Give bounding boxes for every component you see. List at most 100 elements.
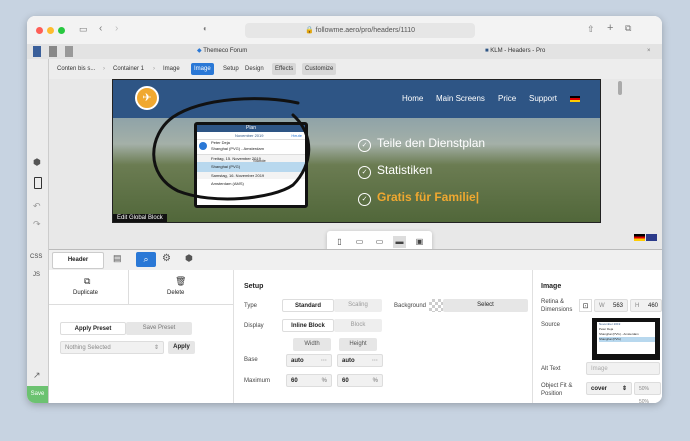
base-height-input[interactable]: auto ··· — [337, 354, 383, 367]
close-window-button[interactable] — [36, 27, 43, 34]
feature-text: Statistiken — [377, 163, 433, 177]
address-bar[interactable]: 🔒 followme.aero/pro/headers/1110 — [245, 23, 475, 38]
tab-themeco-forum[interactable]: ◆ Themeco Forum — [197, 46, 247, 57]
js-button[interactable]: JS — [33, 272, 40, 278]
retina-toggle-icon[interactable]: ⊡ — [579, 299, 592, 312]
shield-icon[interactable]: ◐ — [203, 24, 208, 33]
tab-klm-headers[interactable]: ■ KLM - Headers - Pro — [485, 46, 545, 57]
tab-strip: ◆ Themeco Forum ■ KLM - Headers - Pro × — [27, 44, 662, 60]
forward-icon[interactable]: › — [115, 23, 118, 34]
width-header: Width — [293, 338, 331, 351]
duplicate-button[interactable]: ⧉ Duplicate — [49, 270, 129, 305]
tab-effects[interactable]: Effects — [272, 63, 297, 75]
scrollbar-thumb[interactable] — [618, 81, 622, 95]
source-image-thumbnail[interactable]: November 2019 Peter Deja Shanghai (PVG) … — [592, 318, 660, 360]
hexagon-icon[interactable]: ⬢ — [185, 253, 193, 264]
search-icon[interactable]: ⌕ — [136, 252, 156, 267]
save-preset-tab[interactable]: Save Preset — [126, 322, 192, 335]
width-input[interactable]: W 563 — [594, 299, 628, 312]
type-scaling-toggle[interactable]: Scaling — [334, 299, 382, 312]
german-flag-icon[interactable] — [634, 234, 645, 241]
sidebar-toggle-icon[interactable]: ▭ — [79, 24, 88, 35]
minimize-window-button[interactable] — [47, 27, 54, 34]
object-fit-label: Object Fit & Position — [541, 383, 573, 397]
max-width-input[interactable]: 60% — [286, 374, 332, 387]
type-label: Type — [244, 303, 258, 309]
base-width-input[interactable]: auto ··· — [286, 354, 332, 367]
undo-icon[interactable]: ↶ — [33, 201, 41, 212]
tab-design[interactable]: Design — [242, 63, 267, 75]
device-phone-landscape-icon[interactable]: ▭ — [353, 236, 366, 248]
tab-customize[interactable]: Customize — [302, 63, 337, 75]
nav-support[interactable]: Support — [529, 94, 557, 103]
close-tab-icon[interactable]: × — [647, 46, 651, 57]
background-label: Background — [394, 303, 427, 309]
breadcrumb-item[interactable]: Conten bis s... — [57, 63, 95, 75]
alt-text-input[interactable]: Image — [586, 362, 660, 375]
background-select-button[interactable]: Select — [443, 299, 528, 312]
delete-button[interactable]: 🗑 Delete — [129, 270, 233, 305]
preset-select[interactable]: Nothing Selected ⇕ — [60, 341, 164, 354]
tab-overview-icon[interactable]: ⧉ — [625, 23, 631, 34]
device-desktop-icon[interactable]: ▣ — [413, 236, 426, 248]
object-fit-select[interactable]: cover ⇕ — [586, 382, 632, 395]
type-standard-toggle[interactable]: Standard — [282, 299, 334, 312]
device-laptop-icon[interactable]: ▬ — [393, 236, 406, 248]
feature-text: Teile den Dienstplan — [377, 136, 486, 150]
height-header: Height — [339, 338, 377, 351]
nav-home[interactable]: Home — [402, 94, 423, 103]
copy-icon: ⧉ — [84, 276, 91, 286]
redo-icon[interactable]: ↷ — [33, 219, 41, 230]
pinned-tab-1[interactable] — [33, 46, 41, 57]
panel-tab-bar: Header ▤ ⌕ ⚙ ⬢ — [49, 249, 662, 271]
transparent-swatch[interactable] — [429, 299, 443, 312]
gear-icon[interactable]: ⚙ — [162, 253, 171, 264]
maximum-label: Maximum — [244, 378, 271, 384]
hand-drawn-circle — [152, 97, 311, 201]
apply-preset-tab[interactable]: Apply Preset — [60, 322, 126, 335]
object-position-input[interactable]: 50% 50% — [634, 382, 661, 403]
tab-image[interactable]: Image — [191, 63, 214, 75]
lock-icon: 🔒 — [304, 27, 316, 34]
edit-global-block-label[interactable]: Edit Global Block — [113, 214, 167, 222]
chevron-updown-icon: ⇕ — [621, 386, 627, 392]
more-icon[interactable]: ··· — [321, 355, 327, 368]
nav-price[interactable]: Price — [498, 94, 516, 103]
css-button[interactable]: CSS — [30, 254, 42, 260]
pinned-tab-2[interactable] — [49, 46, 57, 57]
breadcrumb-item[interactable]: Container 1 — [113, 63, 144, 75]
site-preview[interactable]: ✈ Home Main Screens Price Support ✓ Teil… — [112, 79, 601, 223]
device-tablet-icon[interactable]: ▭ — [373, 236, 386, 248]
max-height-input[interactable]: 60% — [337, 374, 383, 387]
breadcrumb-item[interactable]: Image — [163, 63, 180, 75]
zoom-window-button[interactable] — [58, 27, 65, 34]
pinned-tab-3[interactable] — [65, 46, 73, 57]
layout-icon[interactable]: ▤ — [113, 253, 122, 264]
display-label: Display — [244, 323, 264, 329]
new-tab-icon[interactable]: + — [607, 22, 613, 34]
tab-header[interactable]: Header — [52, 252, 104, 269]
tab-setup[interactable]: Setup — [220, 63, 242, 75]
save-button[interactable]: Save — [27, 386, 48, 403]
german-flag-icon[interactable] — [570, 96, 580, 102]
height-input[interactable]: H 460 — [630, 299, 662, 312]
uk-flag-icon[interactable] — [646, 234, 657, 241]
back-icon[interactable]: ‹ — [99, 23, 102, 34]
image-column: Image Retina & Dimensions ⊡ W 563 H 460 So… — [533, 270, 662, 403]
device-phone-icon[interactable]: ▯ — [333, 236, 346, 248]
mobile-preview-icon[interactable] — [34, 177, 42, 189]
setup-title: Setup — [244, 283, 264, 290]
nav-main-screens[interactable]: Main Screens — [436, 94, 485, 103]
display-inline-block-toggle[interactable]: Inline Block — [282, 319, 334, 332]
more-icon[interactable]: ··· — [372, 355, 378, 368]
apply-button[interactable]: Apply — [168, 341, 195, 354]
external-link-icon[interactable]: ↗ — [33, 370, 41, 381]
builder-toolbar: ☰ Conten bis s... › Container 1 › Image … — [27, 59, 662, 80]
image-title: Image — [541, 283, 562, 290]
cube-icon[interactable]: ⬢ — [33, 157, 41, 168]
url-text: followme.aero/pro/headers/1110 — [315, 27, 416, 34]
share-icon[interactable]: ⇧ — [587, 24, 595, 35]
preview-area: ✈ Home Main Screens Price Support ✓ Teil… — [49, 79, 662, 261]
inspector-panel: ⧉ Duplicate 🗑 Delete Apply Preset Save P… — [49, 270, 662, 403]
display-block-toggle[interactable]: Block — [334, 319, 382, 332]
